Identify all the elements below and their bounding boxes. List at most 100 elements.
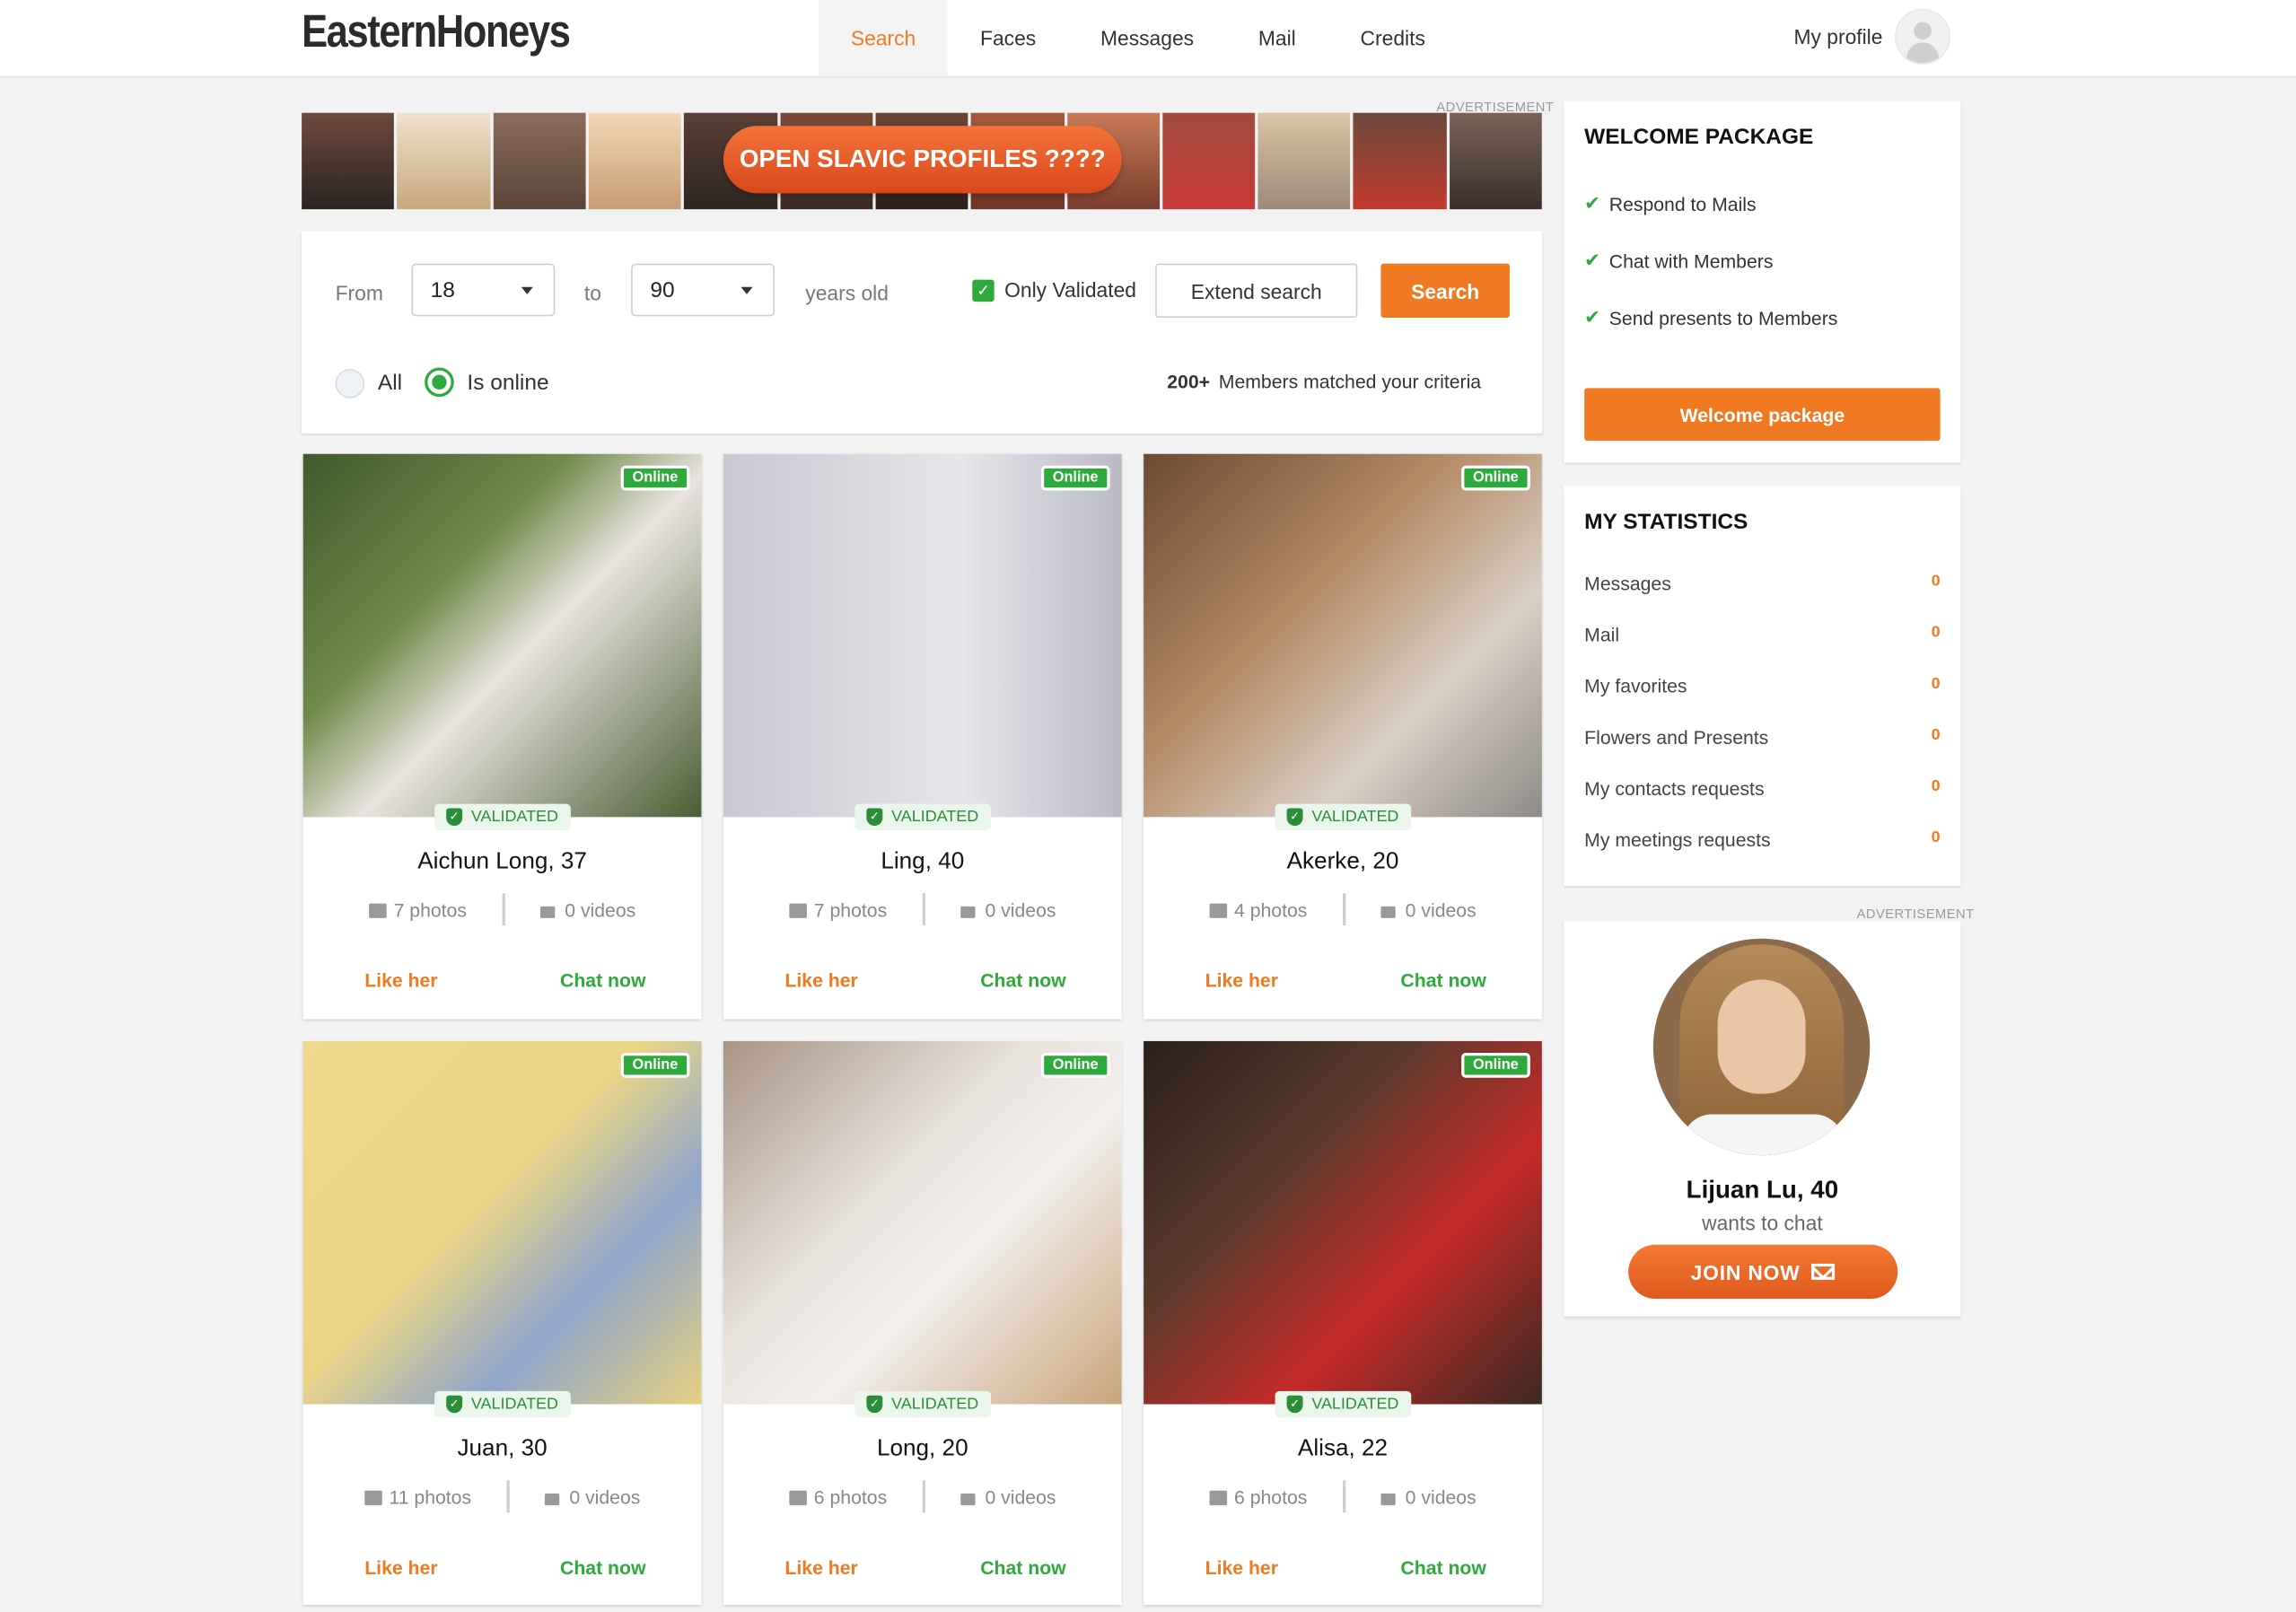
validated-label: VALIDATED [891,1395,979,1414]
stat-row-mail[interactable]: Mail 0 [1584,624,1940,645]
videos-count-label: 0 videos [1405,898,1477,921]
profile-name[interactable]: Akerke, 20 [1144,849,1542,875]
stat-value: 0 [1931,572,1941,591]
search-button[interactable]: Search [1380,263,1510,319]
photos-count: 6 photos [1209,1485,1308,1508]
profile-media-stats: 7 photos 0 videos [723,893,1122,926]
chevron-down-icon [741,286,753,294]
chat-now-button[interactable]: Chat now [1400,969,1485,1025]
radio-is-online-label[interactable]: Is online [467,371,548,396]
nav-credits[interactable]: Credits [1328,0,1458,76]
profile-media-stats: 7 photos 0 videos [303,893,702,926]
stat-row-flowers-presents[interactable]: Flowers and Presents 0 [1584,726,1940,748]
profile-photo[interactable]: Online ✓ VALIDATED [723,453,1122,831]
like-her-button[interactable]: Like her [364,1556,437,1612]
stat-row-contacts-requests[interactable]: My contacts requests 0 [1584,777,1940,799]
photos-count: 7 photos [789,898,887,920]
validated-badge: ✓ VALIDATED [1275,1390,1411,1418]
profile-photo[interactable]: Online ✓ VALIDATED [1144,1040,1542,1418]
only-validated-label[interactable]: Only Validated [1004,278,1136,302]
open-profiles-button[interactable]: OPEN SLAVIC PROFILES ???? [723,126,1122,194]
user-avatar-icon[interactable] [1894,8,1950,65]
nav-faces[interactable]: Faces [948,0,1068,76]
stat-label: My favorites [1584,675,1687,697]
profile-media-stats: 6 photos 0 videos [723,1480,1122,1513]
videos-count: 0 videos [1380,898,1477,920]
profile-card[interactable]: Online ✓ VALIDATED Juan, 30 11 photos 0 v… [302,1040,702,1606]
photos-count-label: 11 photos [389,1485,472,1508]
shield-check-icon: ✓ [446,1395,463,1414]
profile-name[interactable]: Aichun Long, 37 [303,849,702,875]
stat-label: My contacts requests [1584,777,1765,800]
chat-now-button[interactable]: Chat now [560,969,645,1025]
profile-name[interactable]: Juan, 30 [303,1436,702,1462]
chat-now-button[interactable]: Chat now [980,1556,1065,1612]
extend-search-button[interactable]: Extend search [1155,263,1358,319]
profile-photo[interactable]: Online ✓ VALIDATED [302,453,702,831]
nav-mail[interactable]: Mail [1226,0,1328,76]
profile-card[interactable]: Online ✓ VALIDATED Aichun Long, 37 7 phot… [302,453,702,1020]
banner-photo [588,112,682,210]
chat-now-button[interactable]: Chat now [1400,1556,1485,1612]
profile-name[interactable]: Long, 20 [723,1436,1122,1462]
side-ad-box[interactable]: Lijuan Lu, 40 wants to chat JOIN NOW [1564,921,1961,1317]
radio-all-label[interactable]: All [378,371,402,396]
welcome-item-label: Chat with Members [1608,250,1774,272]
stat-label: Messages [1584,572,1671,595]
profile-name[interactable]: Ling, 40 [723,849,1122,875]
ad-profile-photo[interactable] [1652,938,1871,1156]
age-to-select[interactable]: 90 [631,263,776,317]
chat-now-button[interactable]: Chat now [560,1556,645,1612]
age-from-select[interactable]: 18 [411,263,556,317]
divider [922,1480,925,1513]
validated-label: VALIDATED [1311,808,1399,827]
banner-photo [397,112,490,210]
validated-label: VALIDATED [470,808,558,827]
validated-badge: ✓ VALIDATED [854,1390,991,1418]
videos-count: 0 videos [960,898,1056,920]
join-now-button[interactable]: JOIN NOW [1628,1244,1898,1300]
welcome-item-label: Respond to Mails [1608,192,1757,215]
like-her-button[interactable]: Like her [1205,969,1278,1025]
video-camera-icon [539,906,555,918]
profile-card[interactable]: Online ✓ VALIDATED Long, 20 6 photos 0 vi… [723,1040,1122,1606]
check-icon: ✔ [1584,191,1600,215]
like-her-button[interactable]: Like her [1205,1556,1278,1612]
photos-count-label: 7 photos [393,898,467,921]
stat-row-messages[interactable]: Messages 0 [1584,573,1940,594]
like-her-button[interactable]: Like her [784,1556,857,1612]
radio-is-online[interactable] [425,367,454,398]
shield-check-icon: ✓ [1286,808,1303,827]
photos-count-label: 6 photos [1234,1485,1308,1508]
profile-card[interactable]: Online ✓ VALIDATED Akerke, 20 4 photos 0 … [1144,453,1542,1020]
nav-messages[interactable]: Messages [1068,0,1226,76]
stat-row-favorites[interactable]: My favorites 0 [1584,675,1940,696]
stat-value: 0 [1931,828,1941,846]
my-profile-label: My profile [1793,24,1883,48]
site-logo[interactable]: EasternHoneys [302,6,571,59]
my-profile-link[interactable]: My profile [1793,8,1950,65]
stat-row-meetings-requests[interactable]: My meetings requests 0 [1584,828,1940,850]
stat-label: Flowers and Presents [1584,726,1769,749]
profile-name[interactable]: Alisa, 22 [1144,1436,1542,1462]
stat-value: 0 [1931,675,1941,693]
radio-all[interactable] [335,369,365,399]
validated-badge: ✓ VALIDATED [1275,803,1411,831]
profile-photo[interactable]: Online ✓ VALIDATED [1144,453,1542,831]
banner-photo [1258,112,1351,210]
nav-search[interactable]: Search [818,0,949,76]
only-validated-checkbox[interactable]: ✓ [972,279,995,302]
profile-photo[interactable]: Online ✓ VALIDATED [723,1040,1122,1418]
banner-photo [1162,112,1256,210]
chat-now-button[interactable]: Chat now [980,969,1065,1025]
profile-photo[interactable]: Online ✓ VALIDATED [302,1040,702,1418]
videos-count-label: 0 videos [985,898,1056,921]
profile-card[interactable]: Online ✓ VALIDATED Ling, 40 7 photos 0 vi… [723,453,1122,1020]
like-her-button[interactable]: Like her [364,969,437,1025]
welcome-package-button[interactable]: Welcome package [1584,388,1941,442]
ad-label: ADVERTISEMENT [1856,906,1975,922]
matched-count: 200+ [1167,370,1211,393]
like-her-button[interactable]: Like her [784,969,857,1025]
profile-card[interactable]: Online ✓ VALIDATED Alisa, 22 6 photos 0 v… [1144,1040,1542,1606]
stat-label: My meetings requests [1584,828,1771,851]
